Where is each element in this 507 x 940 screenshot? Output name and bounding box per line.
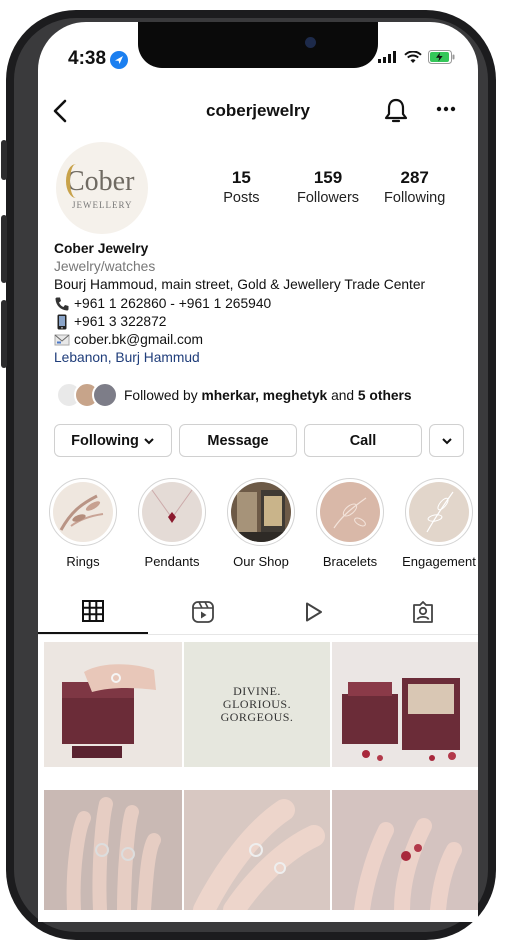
location-arrow-icon (110, 51, 128, 69)
email-icon (54, 334, 70, 346)
message-button[interactable]: Message (179, 424, 297, 457)
highlight-our-shop[interactable]: Our Shop (226, 478, 296, 569)
wifi-icon (404, 50, 422, 63)
stat-following[interactable]: 287 Following (371, 168, 458, 206)
follower-avatar (92, 382, 118, 408)
post-thumbnail[interactable] (44, 790, 182, 910)
stat-value: 15 (231, 168, 251, 187)
bio-name: Cober Jewelry (54, 241, 149, 256)
mute-switch (1, 140, 7, 180)
highlight-cover (142, 482, 202, 542)
profile-actions: Following Message Call (54, 424, 464, 457)
bio-email-row: cober.bk@gmail.com (54, 331, 466, 349)
post-thumbnail[interactable]: DIVINE. GLORIOUS. GORGEOUS. (184, 642, 330, 767)
more-icon[interactable] (436, 106, 456, 112)
bell-icon[interactable] (383, 97, 409, 125)
stat-label: Following (384, 190, 446, 206)
stat-label: Posts (223, 190, 260, 206)
chevron-down-icon (144, 437, 154, 444)
highlight-label: Rings (66, 554, 100, 569)
call-button-label: Call (349, 432, 377, 449)
tab-reels[interactable] (148, 590, 258, 634)
highlight-label: Engagement (402, 554, 476, 569)
post-text-art: DIVINE. GLORIOUS. GORGEOUS. (184, 642, 330, 767)
story-highlights: Rings Pendants Our Shop Bracelets Engage… (48, 478, 478, 569)
tab-videos[interactable] (258, 590, 368, 634)
follower-avatars (56, 382, 118, 408)
stat-followers[interactable]: 159 Followers (285, 168, 372, 206)
profile-bio: Cober Jewelry Jewelry/watches Bourj Hamm… (54, 240, 466, 367)
chevron-down-icon (441, 437, 452, 444)
bio-mobile-row: +961 3 322872 (54, 313, 466, 331)
post-text-line: GORGEOUS. (220, 710, 294, 724)
followed-by-middle: and (327, 387, 358, 403)
profile-avatar[interactable]: Cober JEWELLERY (56, 142, 148, 234)
call-button[interactable]: Call (304, 424, 422, 457)
status-time: 4:38 (68, 48, 107, 69)
avatar-logo-c-accent (66, 164, 86, 198)
stat-value: 287 (400, 168, 429, 187)
highlight-ring (227, 478, 295, 546)
battery-charging-icon (428, 50, 455, 64)
grid-icon (82, 600, 104, 622)
following-button-label: Following (71, 432, 139, 449)
bio-phone-row: +961 1 262860 - +961 1 265940 (54, 295, 466, 313)
tab-tagged[interactable] (368, 590, 478, 634)
bio-phone-mobile[interactable]: +961 3 322872 (74, 313, 166, 331)
followed-by-names: mherkar, meghetyk (201, 387, 328, 403)
highlight-ring (138, 478, 206, 546)
highlight-rings[interactable]: Rings (48, 478, 118, 569)
highlight-cover (53, 482, 113, 542)
highlight-label: Pendants (144, 554, 200, 569)
profile-stats: 15 Posts 159 Followers 287 Following (198, 168, 458, 206)
front-camera (305, 37, 316, 48)
profile-header: coberjewelry (38, 92, 478, 136)
mobile-icon (57, 314, 67, 330)
highlight-engagement[interactable]: Engagement (402, 478, 476, 569)
highlight-ring (405, 478, 473, 546)
highlight-cover (231, 482, 291, 542)
followed-by[interactable]: Followed by mherkar, meghetyk and 5 othe… (56, 382, 412, 408)
highlight-label: Our Shop (233, 554, 289, 569)
following-button[interactable]: Following (54, 424, 172, 457)
bio-location-link[interactable]: Lebanon, Burj Hammud (54, 349, 466, 367)
highlight-label: Bracelets (322, 554, 378, 569)
post-thumbnail[interactable] (332, 790, 478, 910)
highlight-ring (49, 478, 117, 546)
bio-phone-landline[interactable]: +961 1 262860 - +961 1 265940 (74, 295, 271, 313)
volume-down-button (1, 300, 7, 368)
highlight-bracelets[interactable]: Bracelets (315, 478, 385, 569)
profile-username: coberjewelry (206, 101, 310, 120)
post-thumbnail[interactable] (332, 642, 478, 767)
signal-icon (378, 51, 396, 63)
phone-icon (55, 297, 69, 311)
highlight-ring (316, 478, 384, 546)
screen: 4:38 coberjewelry Cober JEWELLERY 15 Pos… (38, 22, 478, 922)
post-thumbnail[interactable] (44, 642, 182, 767)
followed-by-others: 5 others (357, 387, 412, 403)
highlight-cover (409, 482, 469, 542)
suggested-dropdown-button[interactable] (429, 424, 464, 457)
stat-value: 159 (313, 168, 343, 187)
bio-address: Bourj Hammoud, main street, Gold & Jewel… (54, 277, 426, 293)
tagged-icon (413, 601, 433, 623)
post-thumbnail[interactable] (184, 790, 330, 910)
avatar-logo-subtext: JEWELLERY (72, 200, 133, 210)
stat-label: Followers (296, 190, 360, 206)
highlight-cover (320, 482, 380, 542)
profile-tabs (38, 590, 478, 635)
play-icon (306, 602, 322, 622)
highlight-pendants[interactable]: Pendants (137, 478, 207, 569)
volume-up-button (1, 215, 7, 283)
reels-icon (192, 601, 214, 623)
message-button-label: Message (207, 432, 269, 449)
stat-posts[interactable]: 15 Posts (198, 168, 285, 206)
notch (138, 22, 378, 68)
bio-category: Jewelry/watches (54, 259, 156, 275)
bio-email[interactable]: cober.bk@gmail.com (74, 331, 203, 349)
followed-by-prefix: Followed by (124, 387, 202, 403)
status-icons (378, 50, 456, 64)
tab-posts-grid[interactable] (38, 590, 148, 634)
